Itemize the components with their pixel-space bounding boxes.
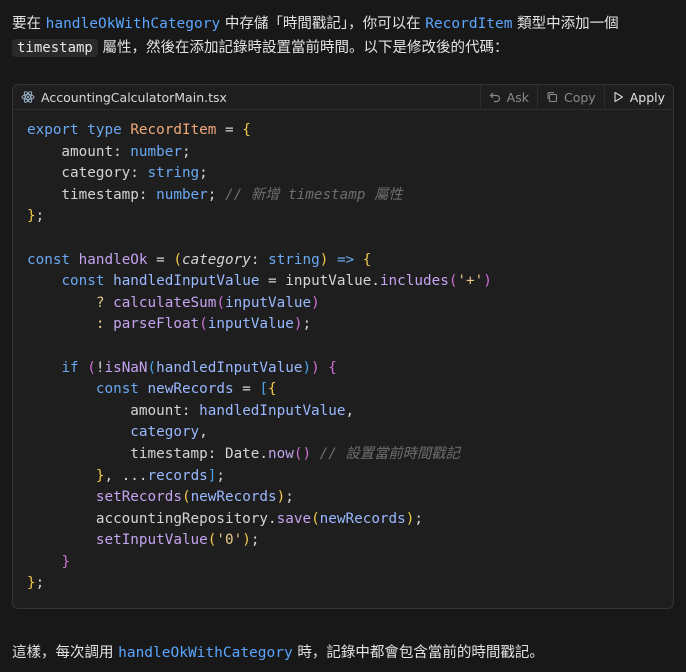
play-icon (614, 91, 623, 103)
code-line: amount: number; (27, 143, 191, 160)
undo-arrow-icon (489, 92, 500, 103)
code-line: ? calculateSum(inputValue) (95, 294, 320, 311)
inline-identifier: handleOkWithCategory (118, 645, 293, 661)
code-line: }; (27, 575, 45, 592)
copy-icon (547, 92, 558, 103)
code-line: setInputValue('0'); (95, 532, 260, 549)
code-line: const handledInputValue = inputValue.inc… (61, 273, 492, 290)
code-line: if (!isNaN(handledInputValue)) { (61, 359, 337, 376)
inline-identifier: RecordItem (425, 16, 513, 32)
code-content[interactable]: export type RecordItem = { amount: numbe… (27, 120, 492, 595)
code-line: accountingRepository.save(newRecords); (27, 510, 423, 527)
code-line: : parseFloat(inputValue); (95, 316, 312, 333)
code-line: const handleOk = (category: string) => { (27, 251, 372, 268)
code-line: setRecords(newRecords); (95, 489, 294, 506)
outro-text-2: 時，記錄中都會包含當前的時間戳記。 (292, 645, 544, 661)
code-line: timestamp: number; // 新增 timestamp 屬性 (27, 186, 403, 203)
intro-text-2: 中存儲「時間戳記」，你可以在 (220, 16, 426, 32)
copy-button[interactable]: Copy (536, 85, 604, 109)
code-line: } (61, 553, 71, 570)
apply-label: Apply (629, 89, 665, 105)
code-line: }; (27, 208, 45, 225)
code-block: AccountingCalculatorMain.tsx Ask Copy Ap… (12, 84, 674, 609)
code-line: const newRecords = [{ (95, 381, 277, 398)
apply-button[interactable]: Apply (603, 85, 673, 109)
intro-paragraph: 要在 handleOkWithCategory 中存儲「時間戳記」，你可以在 R… (12, 12, 674, 60)
inline-code: timestamp (12, 39, 98, 57)
code-line: category, (130, 424, 208, 441)
code-line: category: string; (27, 165, 208, 182)
code-filename: AccountingCalculatorMain.tsx (41, 89, 227, 105)
intro-text-1: 要在 (12, 16, 46, 32)
code-line: timestamp: Date.now() // 設置當前時間戳記 (27, 445, 460, 462)
outro-text-1: 這樣，每次調用 (12, 645, 119, 661)
outro-paragraph: 這樣，每次調用 handleOkWithCategory 時，記錄中都會包含當前… (12, 641, 674, 665)
ask-label: Ask (506, 89, 529, 105)
inline-identifier: handleOkWithCategory (45, 16, 221, 32)
ask-button[interactable]: Ask (479, 85, 537, 109)
code-line: amount: handledInputValue, (27, 402, 355, 419)
intro-text-3: 類型中添加一個 (512, 16, 619, 32)
code-actions: Ask Copy Apply (479, 85, 673, 109)
copy-label: Copy (563, 89, 596, 105)
code-line: }, ...records]; (95, 467, 226, 484)
react-atom-icon (21, 90, 35, 104)
code-line: export type RecordItem = { (27, 122, 251, 138)
intro-text-4: 屬性，然後在添加記錄時設置當前時間。以下是修改後的代碼： (97, 40, 509, 56)
code-block-header: AccountingCalculatorMain.tsx Ask Copy Ap… (13, 85, 673, 110)
chat-message: 要在 handleOkWithCategory 中存儲「時間戳記」，你可以在 R… (0, 0, 686, 672)
